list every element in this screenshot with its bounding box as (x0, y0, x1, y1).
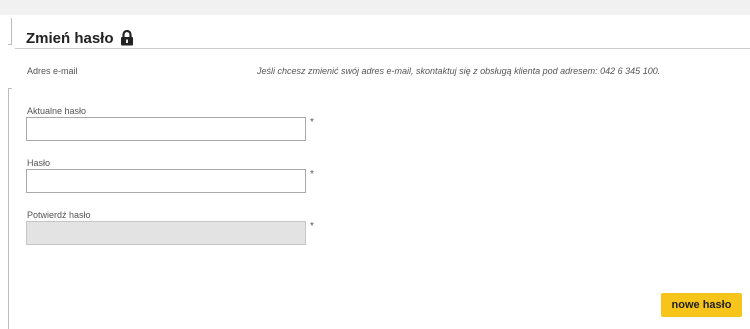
current-password-field[interactable] (26, 117, 306, 141)
top-band (0, 0, 750, 15)
current-password-required-mark: * (310, 117, 314, 128)
confirm-password-label: Potwierdź hasło (27, 210, 91, 220)
email-label: Adres e-mail (27, 66, 78, 76)
change-password-page: Zmień hasło Adres e-mail Jeśli chcesz zm… (0, 0, 750, 329)
section-title: Zmień hasło (26, 29, 114, 47)
lock-icon (120, 29, 134, 46)
section-bracket-top (8, 18, 12, 45)
confirm-password-required-mark: * (310, 221, 314, 232)
new-password-button[interactable]: nowe hasło (661, 293, 742, 317)
new-password-field[interactable] (26, 169, 306, 193)
new-password-required-mark: * (310, 169, 314, 180)
new-password-label: Hasło (27, 158, 51, 168)
section-bracket-bottom (8, 88, 12, 329)
section-header: Zmień hasło (26, 29, 134, 47)
current-password-label: Aktualne hasło (27, 106, 87, 116)
confirm-password-field[interactable] (26, 221, 306, 245)
section-divider (15, 48, 750, 49)
email-change-note: Jeśli chcesz zmienić swój adres e-mail, … (257, 66, 661, 76)
